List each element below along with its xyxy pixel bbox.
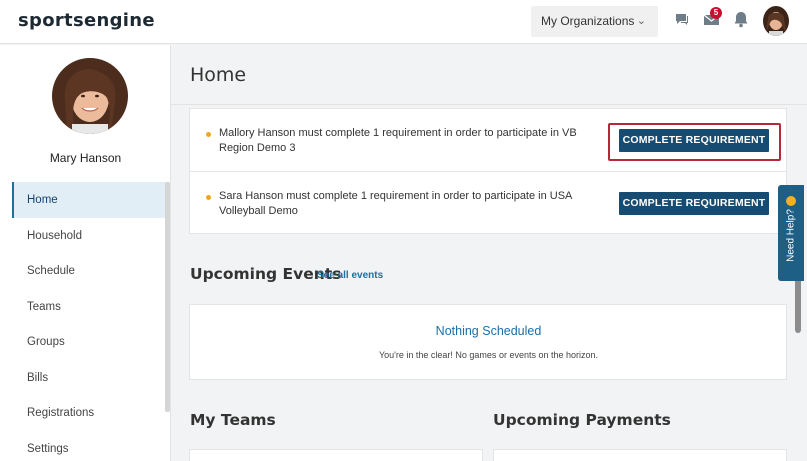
- profile-avatar[interactable]: [52, 58, 128, 134]
- see-all-events-link[interactable]: See all events: [317, 270, 383, 281]
- profile-name: Mary Hanson: [49, 151, 122, 165]
- empty-state-subtitle: You're in the clear! No games or events …: [378, 350, 598, 360]
- sidebar-item-groups[interactable]: Groups: [12, 324, 167, 360]
- need-help-label: Need Help?: [785, 209, 797, 262]
- need-help-tab[interactable]: Need Help?: [778, 185, 804, 281]
- page-title: Home: [190, 64, 247, 86]
- empty-state-title: Nothing Scheduled: [435, 324, 542, 338]
- sidebar-item-home[interactable]: Home: [12, 182, 167, 218]
- requirement-text: Sara Hanson must complete 1 requirement …: [219, 190, 572, 217]
- top-bar: sportsengine My Organizations ⌄ 5: [0, 0, 807, 44]
- chevron-down-icon: ⌄: [636, 15, 646, 27]
- sidebar-nav: Home Household Schedule Teams Groups Bil…: [12, 182, 167, 461]
- bullet-icon: [206, 195, 211, 200]
- divider: [171, 104, 807, 105]
- messages-count-badge: 5: [710, 7, 722, 19]
- upcoming-events-card: Nothing Scheduled You're in the clear! N…: [189, 304, 787, 380]
- sidebar-item-bills[interactable]: Bills: [12, 360, 167, 396]
- upcoming-payments-title: Upcoming Payments: [493, 411, 671, 429]
- sidebar-item-teams[interactable]: Teams: [12, 289, 167, 325]
- my-teams-card: [189, 449, 483, 461]
- user-avatar[interactable]: [763, 6, 789, 36]
- sidebar: Mary Hanson Home Household Schedule Team…: [0, 45, 171, 461]
- upcoming-payments-card: [493, 449, 787, 461]
- requirement-text: Mallory Hanson must complete 1 requireme…: [219, 127, 577, 154]
- bullet-icon: [206, 132, 211, 137]
- bell-icon[interactable]: [733, 11, 751, 29]
- my-organizations-label: My Organizations: [541, 14, 635, 28]
- my-teams-title: My Teams: [190, 411, 276, 429]
- complete-requirement-button[interactable]: COMPLETE REQUIREMENT: [619, 192, 769, 215]
- sidebar-item-schedule[interactable]: Schedule: [12, 253, 167, 289]
- highlight-box: [608, 123, 781, 161]
- sportsengine-logo[interactable]: sportsengine: [18, 10, 155, 31]
- sidebar-item-settings[interactable]: Settings: [12, 431, 167, 461]
- sidebar-scrollbar[interactable]: [165, 182, 170, 412]
- sidebar-item-household[interactable]: Household: [12, 218, 167, 254]
- chat-icon[interactable]: [674, 11, 692, 29]
- sidebar-item-registrations[interactable]: Registrations: [12, 395, 167, 431]
- requirement-row: Sara Hanson must complete 1 requirement …: [190, 171, 787, 233]
- my-organizations-dropdown[interactable]: My Organizations ⌄: [531, 6, 658, 37]
